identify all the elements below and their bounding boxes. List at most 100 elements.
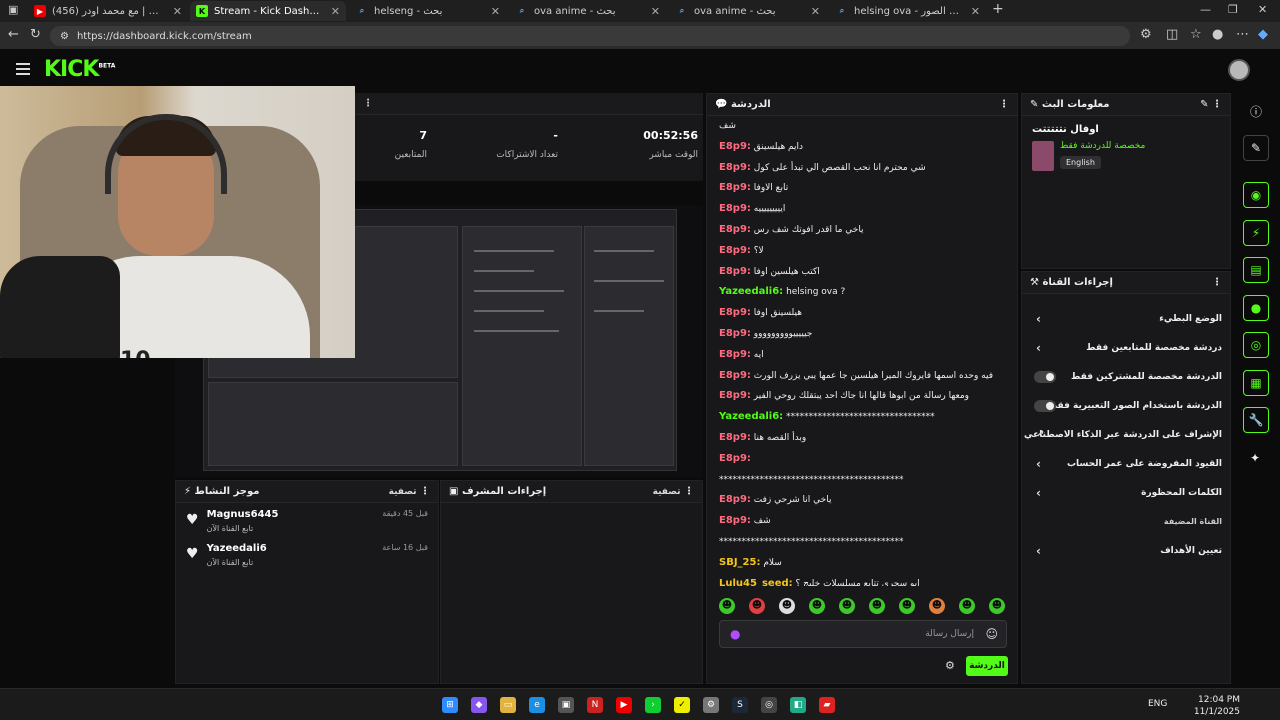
folder-icon[interactable]: ▭ bbox=[500, 697, 516, 713]
extensions-icon[interactable]: ⚙ bbox=[1140, 27, 1152, 42]
emoji-icon[interactable]: ☺ bbox=[985, 627, 998, 641]
split-icon[interactable]: ◫ bbox=[1166, 27, 1178, 42]
chat-username[interactable]: E8p9: bbox=[719, 307, 751, 318]
set-goals-row[interactable]: تعيين الأهداف › bbox=[1022, 536, 1230, 565]
chat-message[interactable]: E8p9: اكتب هيلسين اوفا bbox=[719, 262, 1005, 283]
more-options-icon[interactable]: ⋮ bbox=[363, 98, 373, 109]
store-icon[interactable]: ▣ bbox=[558, 697, 574, 713]
emote-icon[interactable]: ☻ bbox=[749, 598, 765, 614]
chat-username[interactable]: E8p9: bbox=[719, 453, 751, 464]
chat-message[interactable]: ****************************************… bbox=[719, 532, 1005, 553]
wrench-icon[interactable]: 🔧 bbox=[1243, 407, 1269, 433]
chat-send-button[interactable]: الدردشة bbox=[966, 656, 1008, 676]
chat-message[interactable]: E8p9: جيييييووووووووو bbox=[719, 324, 1005, 345]
more-options-icon[interactable]: ⋮ bbox=[1212, 99, 1222, 110]
chat-username[interactable]: E8p9: bbox=[719, 182, 751, 193]
chat-message[interactable]: E8p9: ياخي انا شرحي زفت bbox=[719, 490, 1005, 511]
chat-message[interactable]: E8p9: فيه وحده اسمها فايروك الميرا هيلسي… bbox=[719, 366, 1005, 387]
chat-message[interactable]: E8p9: وبدأ القصه هنا bbox=[719, 428, 1005, 449]
tab-search-4[interactable]: ⌕ helsing ova - بحث الصور ✕ bbox=[830, 1, 986, 21]
chat-username[interactable]: E8p9: bbox=[719, 224, 751, 235]
close-icon[interactable]: ✕ bbox=[971, 5, 980, 18]
hamburger-menu-icon[interactable] bbox=[16, 63, 30, 75]
chat-message[interactable]: E8p9: دايم هيلسينق bbox=[719, 137, 1005, 158]
emotes-only-toggle[interactable] bbox=[1034, 399, 1056, 412]
copilot-icon[interactable]: ◆ bbox=[1258, 27, 1268, 42]
emote-icon[interactable]: ☻ bbox=[959, 598, 975, 614]
close-window-icon[interactable]: ✕ bbox=[1258, 3, 1267, 16]
chat-message[interactable]: E8p9: ومعها رسالة من ابوها قالها انا جاك… bbox=[719, 386, 1005, 407]
more-options-icon[interactable]: ⋮ bbox=[684, 486, 694, 497]
chat-username[interactable]: E8p9: bbox=[719, 328, 751, 339]
followers-only-row[interactable]: دردشة مخصصة للمتابعين فقط › bbox=[1022, 333, 1230, 362]
tab-search-1[interactable]: ⌕ helseng - بحث ✕ bbox=[350, 1, 506, 21]
chat-username[interactable]: E8p9: bbox=[719, 515, 751, 526]
chat-input[interactable]: ● إرسال رسالة ☺ bbox=[719, 620, 1007, 648]
system-clock[interactable]: 12:04 PM 11/1/2025 bbox=[1194, 694, 1240, 718]
tab-search-3[interactable]: ⌕ ova anime - بحث ✕ bbox=[670, 1, 826, 21]
notes-icon[interactable]: ✓ bbox=[674, 697, 690, 713]
edge-icon[interactable]: e bbox=[529, 697, 545, 713]
youtube-icon[interactable]: ▶ bbox=[616, 697, 632, 713]
banned-words-row[interactable]: الكلمات المحظورة › bbox=[1022, 478, 1230, 507]
close-icon[interactable]: ✕ bbox=[651, 5, 660, 18]
kick-logo[interactable]: KICKBETA bbox=[44, 57, 115, 82]
steam-icon[interactable]: S bbox=[732, 697, 748, 713]
tab-kick-dashboard[interactable]: K Stream - Kick Dashboard ✕ bbox=[190, 1, 346, 21]
app-icon[interactable]: ◆ bbox=[471, 697, 487, 713]
account-age-row[interactable]: القيود المفروضة على عمر الحساب › bbox=[1022, 449, 1230, 478]
more-options-icon[interactable]: ⋮ bbox=[1212, 277, 1222, 288]
chat-message[interactable]: Yazeedali6: ****************************… bbox=[719, 407, 1005, 428]
emote-icon[interactable]: ☻ bbox=[719, 598, 735, 614]
list-item[interactable]: ♥ Yazeedali6 تابع القناة الآن قبل 16 ساع… bbox=[176, 537, 438, 571]
chat-message[interactable]: E8p9: شف bbox=[719, 511, 1005, 532]
bolt-icon[interactable]: ⚡ bbox=[1243, 220, 1269, 246]
chat-message[interactable]: E8p9: ايه bbox=[719, 345, 1005, 366]
subscribers-only-toggle[interactable] bbox=[1034, 370, 1056, 383]
profile-icon[interactable]: ● bbox=[1212, 27, 1223, 42]
language-indicator[interactable]: ENG bbox=[1148, 699, 1167, 709]
emote-icon[interactable]: ☻ bbox=[839, 598, 855, 614]
close-icon[interactable]: ✕ bbox=[331, 5, 340, 18]
mod-filter-button[interactable]: تصفية bbox=[653, 487, 681, 497]
info-icon[interactable]: ⓘ bbox=[1250, 103, 1262, 120]
slow-mode-row[interactable]: الوضع البطيء › bbox=[1022, 304, 1230, 333]
chat-message[interactable]: Lulu45_seed: ابو سحري تتابع مسلسلات خليج… bbox=[719, 574, 1005, 586]
emote-icon[interactable]: ☻ bbox=[869, 598, 885, 614]
app2-icon[interactable]: ◧ bbox=[790, 697, 806, 713]
more-options-icon[interactable]: ⋮ bbox=[420, 486, 430, 497]
menu-icon[interactable]: ⋯ bbox=[1236, 27, 1249, 42]
chat-username[interactable]: E8p9: bbox=[719, 349, 751, 360]
chat-username[interactable]: E8p9: bbox=[719, 370, 751, 381]
chat-message[interactable]: E8p9: bbox=[719, 449, 1005, 470]
start-icon[interactable]: ⊞ bbox=[442, 697, 458, 713]
edit-layout-icon[interactable]: ✎ bbox=[1243, 135, 1269, 161]
document-icon[interactable]: ▤ bbox=[1243, 257, 1269, 283]
reload-icon[interactable]: ↻ bbox=[30, 27, 41, 42]
ai-moderation-row[interactable]: الإشراف على الدردشة عبر الذكاء الاصطناعي… bbox=[1022, 420, 1230, 449]
close-icon[interactable]: ✕ bbox=[811, 5, 820, 18]
chat-username[interactable]: E8p9: bbox=[719, 141, 751, 152]
chat-message[interactable]: E8p9: شي محترم انا نحب القصص الي تبدأ عل… bbox=[719, 158, 1005, 179]
chat-username[interactable]: E8p9: bbox=[719, 390, 751, 401]
tab-actions-icon[interactable]: ▣ bbox=[8, 3, 18, 16]
chat-message[interactable]: E8p9: لا؟ bbox=[719, 241, 1005, 262]
chat-username[interactable]: E8p9: bbox=[719, 432, 751, 443]
app3-icon[interactable]: ▰ bbox=[819, 697, 835, 713]
terminal-icon[interactable]: › bbox=[645, 697, 661, 713]
chat-username[interactable]: E8p9: bbox=[719, 266, 751, 277]
close-icon[interactable]: ✕ bbox=[491, 5, 500, 18]
category-label[interactable]: مخصصة للدردشة فقط bbox=[1060, 141, 1145, 151]
edit-icon[interactable]: ✎ bbox=[1200, 99, 1208, 110]
chat-username[interactable]: E8p9: bbox=[719, 494, 751, 505]
emote-icon[interactable]: ☻ bbox=[929, 598, 945, 614]
chat-message[interactable]: ****************************************… bbox=[719, 470, 1005, 491]
more-options-icon[interactable]: ⋮ bbox=[999, 99, 1009, 110]
tab-youtube[interactable]: ▶ (456) للي بادكاست | مع محمد اودر... ✕ bbox=[28, 1, 188, 21]
emote-icon[interactable]: ☻ bbox=[899, 598, 915, 614]
chat-username[interactable]: Yazeedali6: bbox=[719, 411, 783, 422]
chat-message[interactable]: E8p9: هيلسينق اوفا bbox=[719, 303, 1005, 324]
mic-icon[interactable]: ● bbox=[730, 627, 740, 641]
chat-username[interactable]: E8p9: bbox=[719, 162, 751, 173]
user-avatar[interactable] bbox=[1228, 59, 1250, 81]
